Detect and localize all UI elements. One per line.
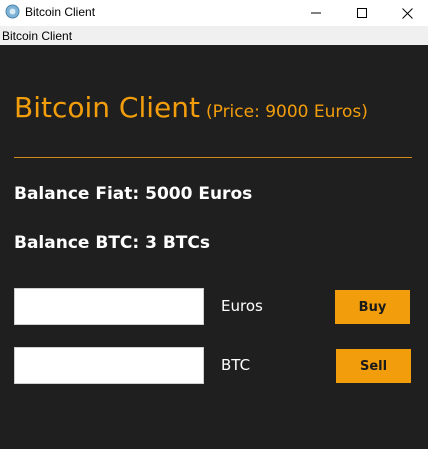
main-panel: Bitcoin Client (Price: 9000 Euros) Balanc… [0, 45, 428, 449]
price-label: (Price: 9000 Euros) [205, 102, 368, 122]
balance-fiat: Balance Fiat: 5000 Euros [14, 184, 253, 204]
window-titlebar: Bitcoin Client [0, 0, 428, 26]
minimize-icon [311, 12, 321, 14]
app-icon [5, 4, 20, 19]
close-button[interactable] [384, 0, 428, 26]
balance-btc: Balance BTC: 3 BTCs [14, 233, 210, 253]
euros-input[interactable] [14, 288, 204, 325]
maximize-button[interactable] [339, 0, 385, 26]
window-title: Bitcoin Client [25, 5, 96, 19]
menu-item-bitcoin-client[interactable]: Bitcoin Client [2, 29, 72, 43]
page-title: Bitcoin Client [14, 91, 200, 124]
btc-unit-label: BTC [221, 356, 251, 374]
page-heading: Bitcoin Client (Price: 9000 Euros) [14, 91, 368, 124]
buy-button[interactable]: Buy [335, 290, 410, 324]
btc-input[interactable] [14, 347, 204, 384]
euros-unit-label: Euros [221, 297, 263, 315]
minimize-button[interactable] [293, 0, 339, 26]
sell-button[interactable]: Sell [336, 349, 411, 383]
close-icon [401, 7, 413, 19]
menu-bar: Bitcoin Client [0, 26, 428, 45]
maximize-icon [357, 8, 367, 18]
header-divider [14, 157, 412, 158]
